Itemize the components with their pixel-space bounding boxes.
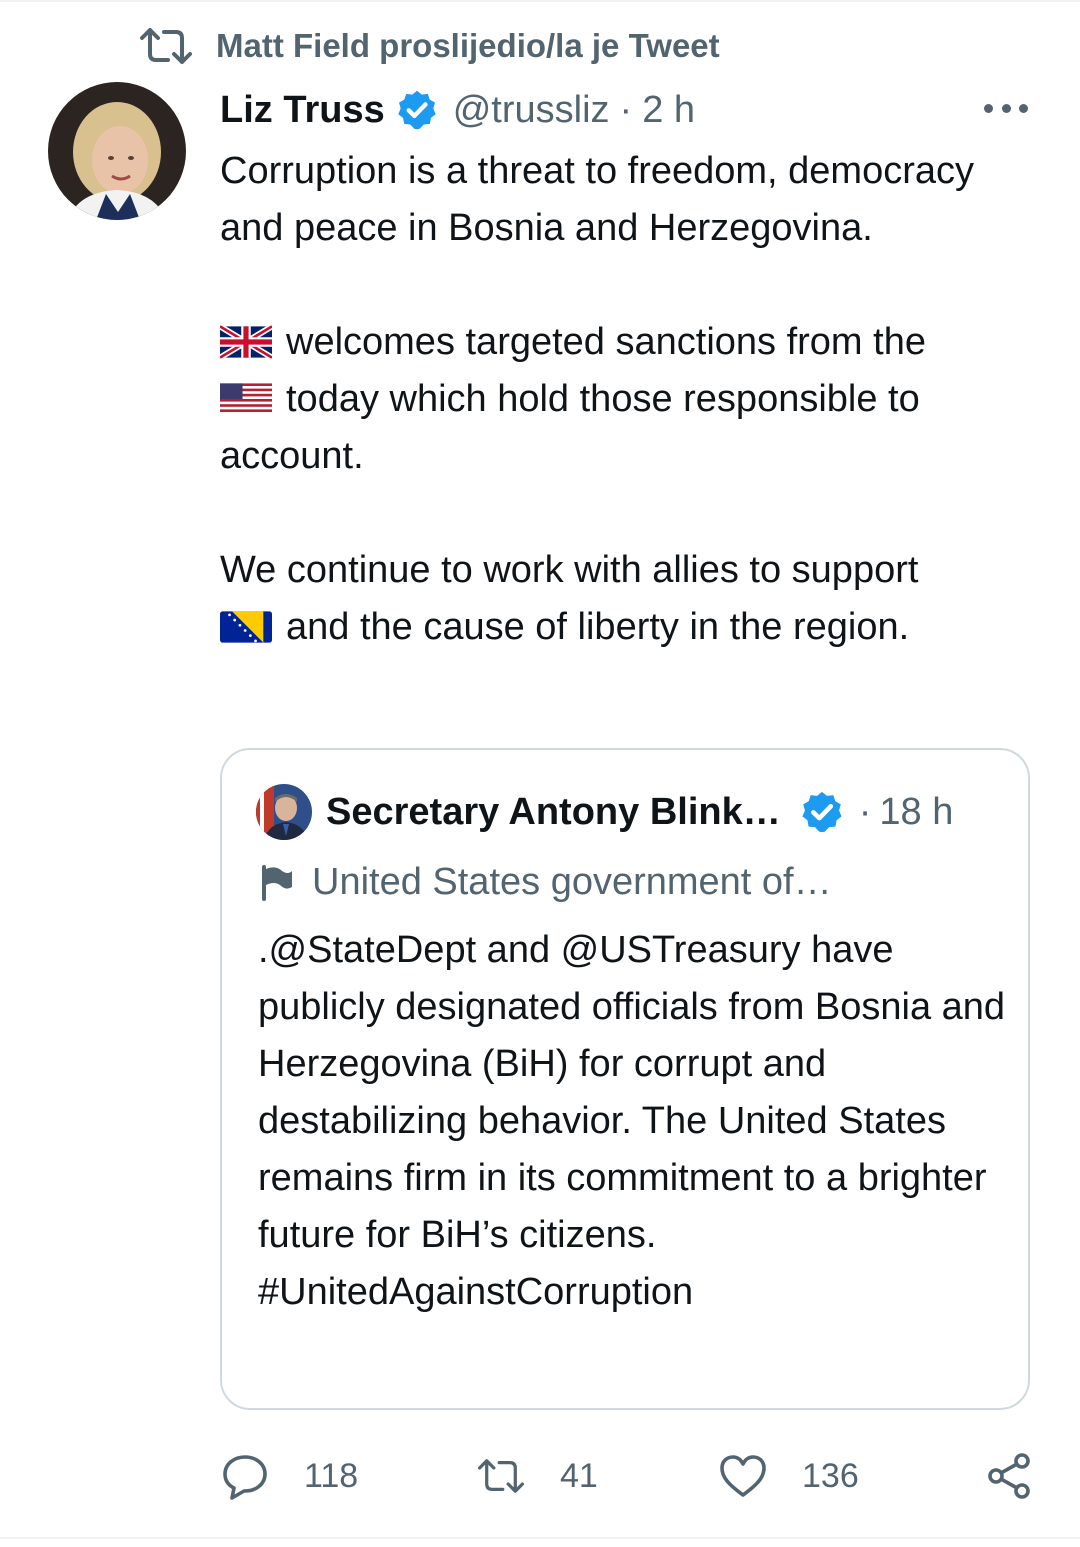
government-label-text: United States government of… [312, 860, 832, 903]
tweet-text: Corruption is a threat to freedom, democ… [220, 143, 1040, 656]
retweet-context[interactable]: Matt Field proslijedio/la je Tweet [138, 26, 720, 66]
tweet-text-line: We continue to work with allies to suppo… [220, 549, 919, 591]
like-button[interactable]: 136 [718, 1448, 859, 1504]
tweet-text-paragraph: We continue to work with allies to suppo… [220, 542, 1040, 656]
reply-count: 118 [304, 1456, 359, 1495]
tweet-timestamp[interactable]: 2 h [642, 89, 695, 132]
quoted-tweet[interactable]: Secretary Antony Blink… · 18 h United St… [220, 748, 1030, 1410]
quoted-author-name[interactable]: Secretary Antony Blink… [326, 791, 781, 834]
retweet-button[interactable]: 41 [476, 1448, 598, 1504]
retweet-count: 41 [560, 1456, 598, 1495]
verified-badge-icon [398, 90, 436, 130]
author-handle[interactable]: @trussliz [453, 89, 610, 132]
reply-button[interactable]: 118 [220, 1448, 358, 1504]
more-options-icon[interactable] [984, 96, 1028, 120]
tweet-text-line: and the cause of liberty in the region. [286, 606, 910, 648]
author-name[interactable]: Liz Truss [220, 89, 385, 132]
separator-dot: · [619, 88, 633, 131]
flag-us-icon [220, 383, 272, 415]
tweet-actions: 118 41 136 [0, 1448, 1080, 1504]
retweet-icon [140, 28, 192, 64]
quoted-tweet-text: .@StateDept and @USTreasury have publicl… [258, 929, 1006, 1313]
divider [0, 0, 1080, 2]
flag-uk-icon [220, 324, 272, 360]
share-icon [988, 1453, 1030, 1499]
verified-badge-icon [802, 791, 842, 833]
flag-label-icon [262, 865, 292, 901]
government-label[interactable]: United States government of… [258, 858, 832, 906]
quoted-avatar[interactable] [256, 784, 312, 840]
tweet-text-paragraph: welcomes targeted sanctions from the tod… [220, 314, 1040, 485]
tweet-text-line: welcomes targeted sanctions from the [286, 321, 926, 363]
heart-icon [720, 1455, 766, 1497]
quoted-header: Secretary Antony Blink… · 18 h [326, 786, 953, 838]
retweet-context-text: Matt Field proslijedio/la je Tweet [216, 27, 720, 64]
flag-bosnia-icon [220, 611, 272, 643]
tweet-header: Liz Truss @trussliz · 2 h [220, 84, 695, 136]
share-button[interactable] [984, 1448, 1034, 1504]
tweet-page: Matt Field proslijedio/la je Tweet Liz T… [0, 0, 1080, 1547]
separator-dot: · [858, 790, 872, 833]
like-count: 136 [802, 1456, 859, 1495]
divider [0, 1537, 1080, 1539]
reply-icon [223, 1455, 267, 1500]
avatar[interactable] [48, 82, 186, 220]
tweet-text-paragraph: Corruption is a threat to freedom, democ… [220, 150, 975, 249]
tweet-text-line: today which hold those responsible to ac… [220, 378, 920, 477]
quoted-timestamp[interactable]: 18 h [879, 791, 953, 834]
retweet-icon [477, 1459, 525, 1493]
